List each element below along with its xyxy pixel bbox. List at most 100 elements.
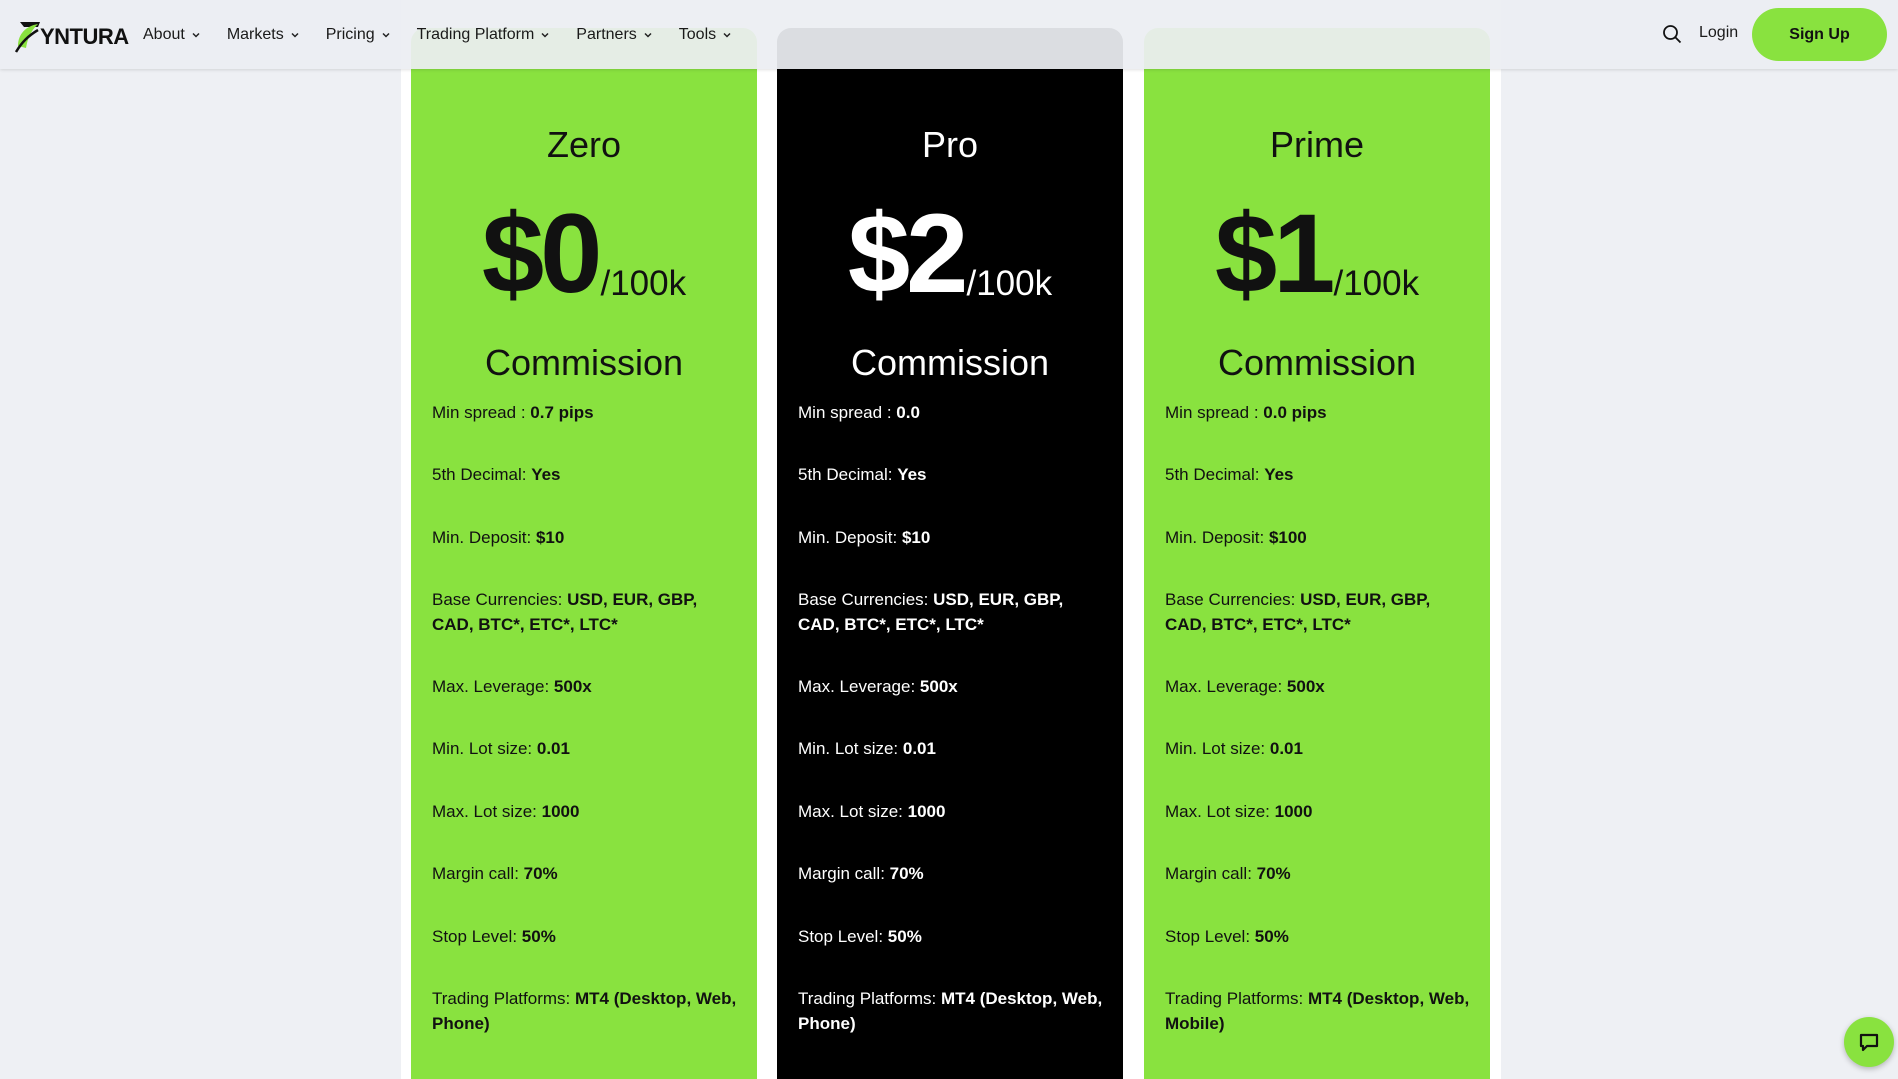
feature-row: Max. Leverage: 500x	[432, 674, 742, 699]
plan-name: Prime	[1269, 124, 1364, 165]
plan-name: Pro	[921, 124, 979, 165]
nav-label: About	[143, 25, 185, 43]
feature-label: Min. Deposit:	[1165, 528, 1269, 547]
feature-row: Min. Deposit: $10	[432, 525, 742, 550]
nav-label: Pricing	[325, 25, 375, 43]
feature-row: Base Currencies: USD, EUR, GBP, CAD, BTC…	[798, 587, 1108, 637]
feature-row: Stop Level: 50%	[432, 924, 742, 949]
feature-row: Min. Lot size: 0.01	[798, 736, 1108, 761]
plan-name: Zero	[546, 124, 622, 165]
feature-row: Stop Level: 50%	[798, 924, 1108, 949]
feature-value: 0.7 pips	[530, 403, 594, 422]
feature-label: Max. Leverage:	[798, 677, 920, 696]
feature-row: Max. Leverage: 500x	[798, 674, 1108, 699]
nav-partners[interactable]: Partners	[576, 26, 652, 44]
logo-text: YNTURA	[40, 24, 129, 49]
feature-row: 5th Decimal: Yes	[1165, 462, 1475, 487]
search-icon[interactable]	[1662, 24, 1682, 44]
feature-value: 70%	[523, 864, 558, 883]
feature-label: Max. Leverage:	[1165, 677, 1287, 696]
feature-row: Base Currencies: USD, EUR, GBP, CAD, BTC…	[432, 587, 742, 637]
feature-label: Min. Deposit:	[798, 528, 902, 547]
feature-value: 500x	[919, 677, 958, 696]
feature-label: Base Currencies:	[798, 590, 934, 609]
feature-value: $100	[1268, 528, 1307, 547]
feature-value: Yes	[897, 465, 927, 484]
nav-label: Trading Platform	[416, 25, 535, 43]
feature-row: Margin call: 70%	[798, 861, 1108, 886]
feature-row: 5th Decimal: Yes	[432, 462, 742, 487]
price-unit: /100k	[1333, 264, 1420, 303]
chevron-down-icon	[723, 32, 731, 38]
feature-row: Base Currencies: USD, EUR, GBP, CAD, BTC…	[1165, 587, 1475, 637]
price-amount: $1	[1214, 191, 1336, 316]
feature-value: 50%	[521, 927, 556, 946]
feature-row: Trading Platforms: MT4 (Desktop, Web, Ph…	[432, 986, 742, 1036]
feature-label: 5th Decimal:	[1165, 465, 1265, 484]
chat-icon	[1859, 1033, 1879, 1052]
plan-card-zero: Zero $0 /100k Commission Min spread : 0.…	[411, 28, 757, 1079]
feature-value: 500x	[1286, 677, 1325, 696]
feature-value: 1000	[541, 802, 580, 821]
feature-value: 0.0	[896, 403, 920, 422]
plan-card-pro: Pro $2 /100k Commission Min spread : 0.0…	[777, 28, 1123, 1079]
plan-price: $2 /100k	[777, 198, 1123, 310]
feature-row: Stop Level: 50%	[1165, 924, 1475, 949]
chevron-down-icon	[541, 32, 549, 38]
feature-label: Min. Lot size:	[798, 739, 903, 758]
feature-row: Min. Lot size: 0.01	[432, 736, 742, 761]
nav-label: Tools	[678, 25, 717, 43]
commission-label: Commission	[484, 342, 684, 383]
nav-markets[interactable]: Markets	[227, 26, 300, 44]
feature-row: Min. Deposit: $10	[798, 525, 1108, 550]
site-header: YNTURA About Markets Pricing Trading Pla…	[0, 0, 1898, 69]
feature-row: Margin call: 70%	[1165, 861, 1475, 886]
plan-card-prime: Prime $1 /100k Commission Min spread : 0…	[1144, 28, 1490, 1079]
chat-button[interactable]	[1844, 1017, 1894, 1067]
price-unit: /100k	[966, 264, 1053, 303]
chevron-down-icon	[192, 32, 200, 38]
feature-label: Min spread :	[798, 403, 897, 422]
feature-label: Min spread :	[1165, 403, 1264, 422]
feature-value: $10	[901, 528, 931, 547]
chevron-down-icon	[291, 32, 299, 38]
feature-row: Max. Leverage: 500x	[1165, 674, 1475, 699]
feature-label: Stop Level:	[798, 927, 888, 946]
login-link[interactable]: Login	[1699, 24, 1738, 42]
brand-logo[interactable]: YNTURA	[12, 16, 129, 54]
feature-label: Stop Level:	[432, 927, 522, 946]
feature-value: 1000	[1274, 802, 1313, 821]
feature-value: 70%	[889, 864, 924, 883]
feature-row: Margin call: 70%	[432, 861, 742, 886]
feature-label: Margin call:	[798, 864, 890, 883]
nav-pricing[interactable]: Pricing	[326, 26, 391, 44]
nav-trading-platform[interactable]: Trading Platform	[417, 26, 551, 44]
feature-value: $10	[535, 528, 565, 547]
feature-label: 5th Decimal:	[432, 465, 532, 484]
feature-row: Min spread : 0.7 pips	[432, 400, 742, 425]
chevron-down-icon	[382, 32, 390, 38]
feature-label: Trading Platforms:	[432, 989, 575, 1008]
feature-label: Min. Lot size:	[432, 739, 537, 758]
nav-label: Markets	[226, 25, 284, 43]
nav-tools[interactable]: Tools	[679, 26, 732, 44]
feature-label: Min spread :	[432, 403, 531, 422]
feature-row: Max. Lot size: 1000	[798, 799, 1108, 824]
price-amount: $0	[481, 191, 603, 316]
feature-value: Yes	[1264, 465, 1294, 484]
signup-button[interactable]: Sign Up	[1752, 8, 1887, 61]
feature-label: Stop Level:	[1165, 927, 1255, 946]
feature-row: Max. Lot size: 1000	[1165, 799, 1475, 824]
feature-label: Max. Leverage:	[432, 677, 554, 696]
plan-price: $0 /100k	[411, 198, 757, 310]
feature-value: 0.01	[536, 739, 570, 758]
nav-about[interactable]: About	[143, 26, 201, 44]
price-unit: /100k	[600, 264, 687, 303]
feature-label: Trading Platforms:	[1165, 989, 1308, 1008]
commission-label: Commission	[1217, 342, 1417, 383]
feature-row: Max. Lot size: 1000	[432, 799, 742, 824]
feature-label: Base Currencies:	[432, 590, 568, 609]
plan-price: $1 /100k	[1144, 198, 1490, 310]
feature-row: Min spread : 0.0	[798, 400, 1108, 425]
chevron-down-icon	[644, 32, 652, 38]
